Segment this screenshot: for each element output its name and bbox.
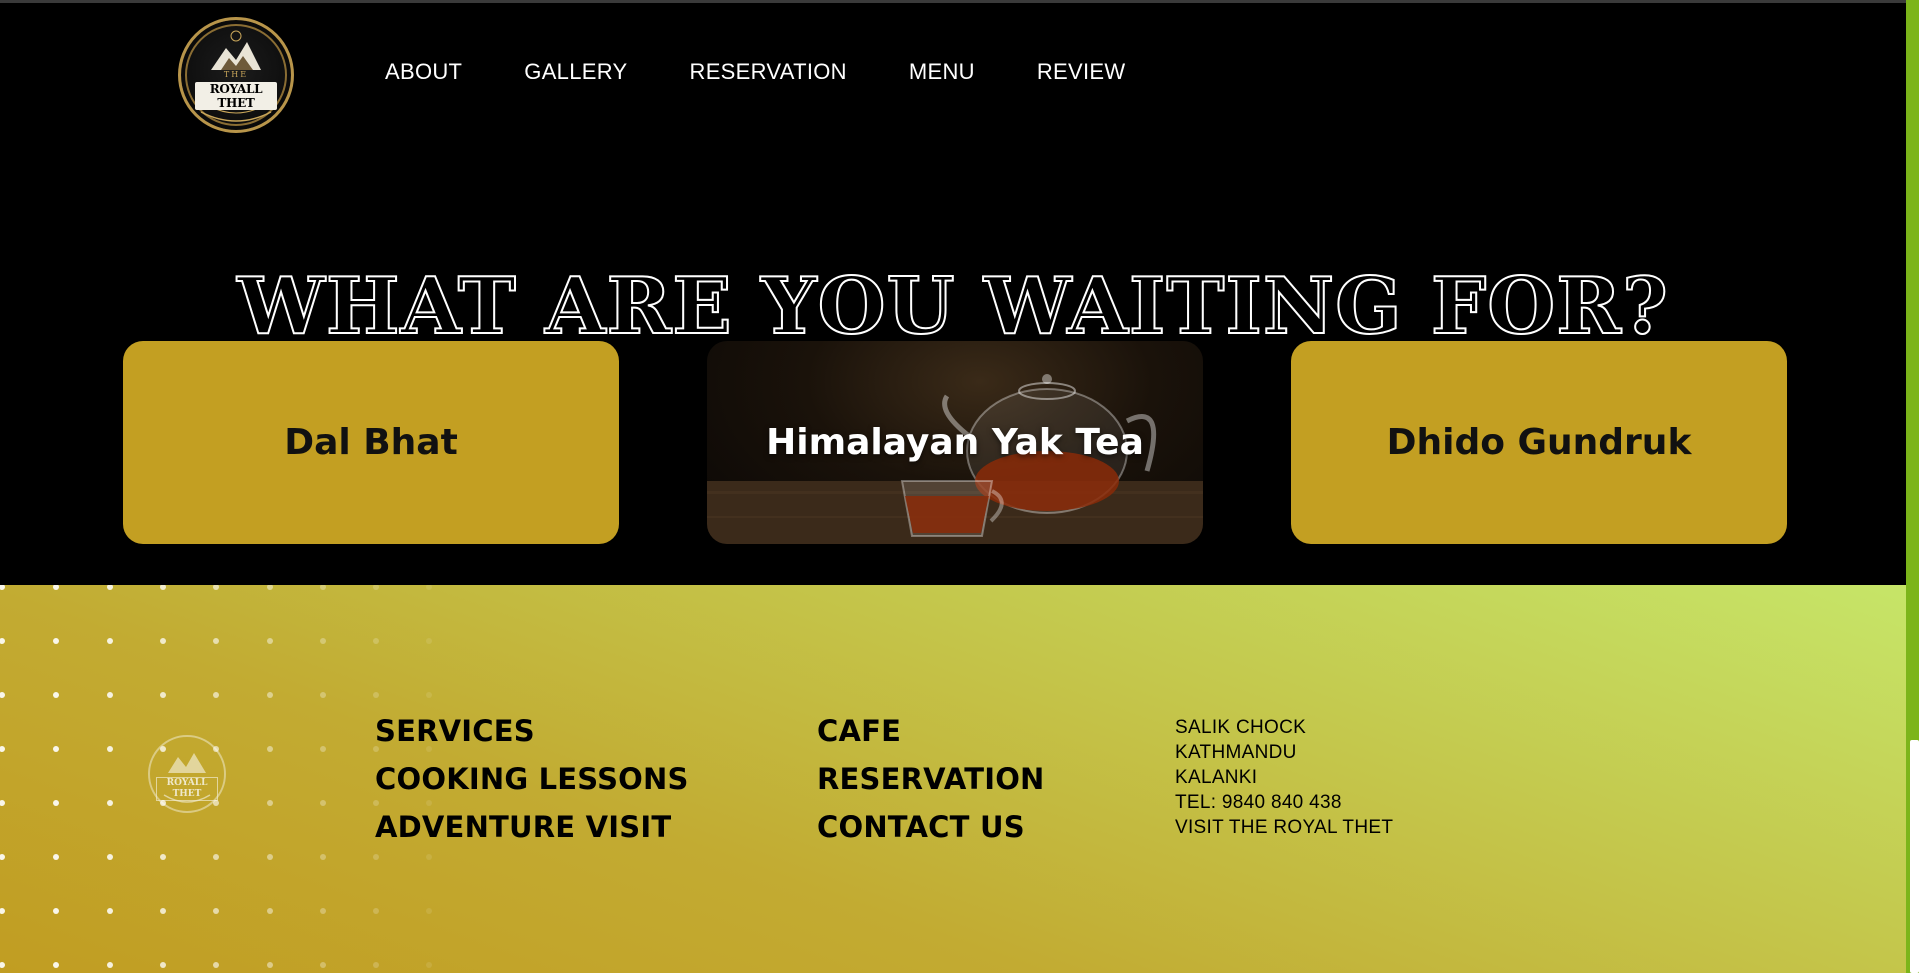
nav-item-gallery[interactable]: GALLERY: [524, 59, 627, 85]
address-line: KATHMANDU: [1175, 742, 1297, 763]
address-line: KALANKI: [1175, 767, 1258, 788]
footer-link-cooking-lessons[interactable]: COOKING LESSONS: [375, 755, 689, 803]
hero-headline: WHAT ARE YOU WAITING FOR?: [236, 260, 1669, 353]
card-dal-bhat[interactable]: Dal Bhat: [123, 341, 619, 544]
footer-link-cafe[interactable]: CAFE: [817, 707, 1045, 755]
nav-item-menu[interactable]: MENU: [909, 59, 975, 85]
nav-item-about[interactable]: ABOUT: [385, 59, 462, 85]
brand-logo[interactable]: THE ROYALL THET: [178, 17, 294, 133]
card-label: Dal Bhat: [284, 422, 458, 463]
logo-name-text: ROYALL THET: [195, 82, 277, 110]
address-line: SALIK CHOCK: [1175, 717, 1307, 738]
logo-the-text: THE: [223, 70, 249, 79]
card-label: Dhido Gundruk: [1386, 422, 1692, 463]
site-footer: ROYALL THET SERVICES COOKING LESSONS ADV…: [0, 585, 1906, 973]
footer-link-reservation[interactable]: RESERVATION: [817, 755, 1045, 803]
card-label: Himalayan Yak Tea: [766, 422, 1144, 463]
nav-item-reservation[interactable]: RESERVATION: [690, 59, 847, 85]
address-visit-link[interactable]: VISIT THE ROYAL THET: [1175, 815, 1393, 840]
page-scrollbar-thumb[interactable]: [1910, 740, 1919, 973]
footer-link-contact-us[interactable]: CONTACT US: [817, 803, 1045, 851]
footer-link-adventure-visit[interactable]: ADVENTURE VISIT: [375, 803, 689, 851]
footer-cafe-column: CAFE RESERVATION CONTACT US: [817, 707, 1045, 851]
footer-link-services[interactable]: SERVICES: [375, 707, 689, 755]
nav-item-review[interactable]: REVIEW: [1037, 59, 1126, 85]
site-header: THE ROYALL THET ABOUT GALLERY RESERVATIO…: [0, 3, 1906, 583]
card-dhido-gundruk[interactable]: Dhido Gundruk: [1291, 341, 1787, 544]
address-phone: TEL: 9840 840 438: [1175, 792, 1342, 813]
footer-services-column: SERVICES COOKING LESSONS ADVENTURE VISIT: [375, 707, 689, 851]
footer-logo-text: ROYALL THET: [156, 777, 218, 801]
main-nav: ABOUT GALLERY RESERVATION MENU REVIEW: [385, 59, 1125, 85]
footer-logo[interactable]: ROYALL THET: [148, 735, 226, 813]
footer-address: SALIK CHOCK KATHMANDU KALANKI TEL: 9840 …: [1175, 715, 1393, 840]
card-himalayan-yak-tea[interactable]: Himalayan Yak Tea: [707, 341, 1203, 544]
